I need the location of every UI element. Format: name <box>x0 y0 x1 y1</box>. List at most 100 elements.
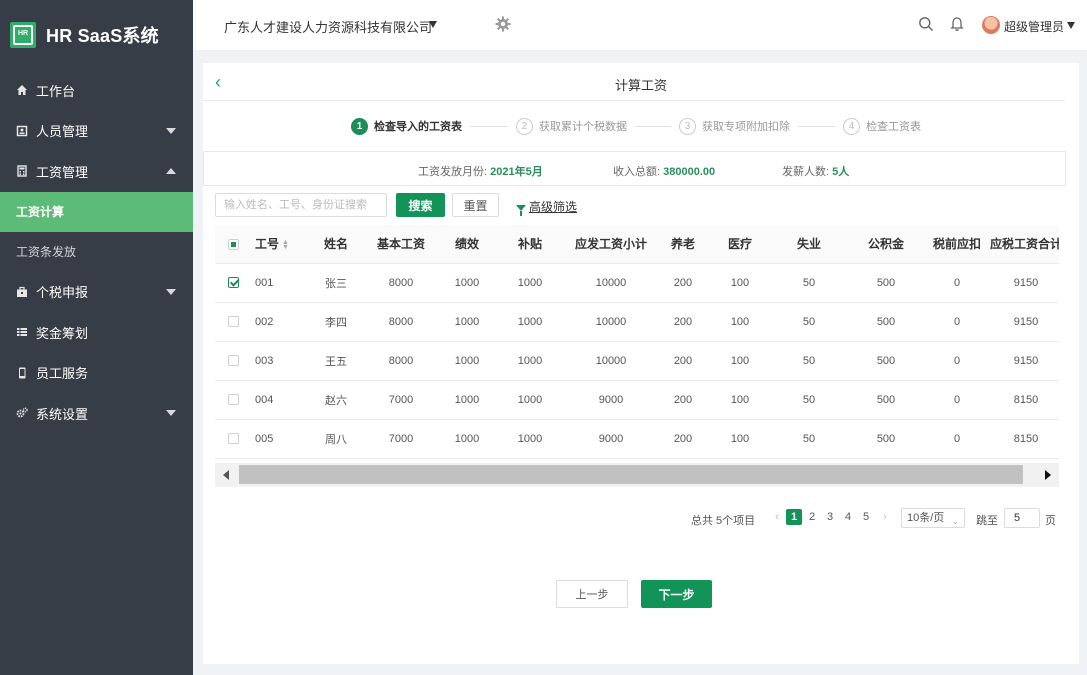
sidebar: HR HR SaaS系统 工作台 人员管理 工资管理 工资计算 工资条发放 个税… <box>0 0 193 675</box>
sidebar-item-bonus[interactable]: 奖金筹划 <box>0 312 193 353</box>
page-2[interactable]: 2 <box>804 509 820 525</box>
row-checkbox[interactable] <box>227 394 239 406</box>
table-row[interactable]: 005 周八 7000 1000 1000 9000 200 100 50 500 0 8150 <box>215 419 1059 459</box>
search-button[interactable]: 搜索 <box>396 193 445 217</box>
app-logo[interactable]: HR HR SaaS系统 <box>0 0 193 70</box>
table-cell: 200 <box>657 380 709 420</box>
caret-down-icon[interactable] <box>1067 22 1075 29</box>
column-header: 税前应扣 <box>925 225 989 264</box>
row-checkbox[interactable] <box>227 277 239 289</box>
top-bar: 广东人才建设人力资源科技有限公司 超级管理员 <box>193 0 1087 50</box>
table-cell: 200 <box>657 263 709 303</box>
step-connector <box>798 125 835 127</box>
sidebar-item-label: 工作台 <box>36 83 76 99</box>
sidebar-item-label: 工资计算 <box>16 205 65 219</box>
advanced-filter-link[interactable]: 高级筛选 <box>516 198 577 216</box>
sort-icon[interactable]: ▲ ▼ <box>282 239 289 251</box>
next-page-icon[interactable]: › <box>877 509 893 525</box>
select-all-checkbox[interactable] <box>227 239 239 251</box>
column-header[interactable]: 工号 ▲ ▼ <box>251 225 309 264</box>
table-row[interactable]: 003 王五 8000 1000 1000 10000 200 100 50 500 0 9150 <box>215 341 1059 381</box>
sidebar-item-salary-calc[interactable]: 工资计算 <box>0 191 193 232</box>
step-2: 2 获取累计个税数据 <box>516 117 627 135</box>
avatar[interactable] <box>982 16 1000 34</box>
table-row[interactable]: 004 赵六 7000 1000 1000 9000 200 100 50 500 0 8150 <box>215 380 1059 420</box>
sidebar-item-tax[interactable]: 个税申报 <box>0 272 193 313</box>
page-size-select[interactable]: 10条/页 ⌄ <box>901 508 965 528</box>
row-checkbox[interactable] <box>227 433 239 445</box>
sidebar-item-personnel[interactable]: 人员管理 <box>0 111 193 152</box>
step-label: 获取专项附加扣除 <box>702 121 790 133</box>
chevron-down-icon <box>166 127 176 134</box>
table-cell: 1000 <box>495 263 565 303</box>
column-header: 养老 <box>657 225 709 264</box>
reset-button[interactable]: 重置 <box>452 193 499 217</box>
page-1[interactable]: 1 <box>786 509 802 525</box>
summary-income: 收入总额: 380000.00 <box>613 166 716 178</box>
sidebar-item-settings[interactable]: 系统设置 <box>0 393 193 434</box>
table-cell: 500 <box>847 302 925 342</box>
bell-icon[interactable] <box>949 16 965 32</box>
gear-icon[interactable] <box>495 16 511 32</box>
table-cell: 9150 <box>989 302 1059 342</box>
step-1: 1 检查导入的工资表 <box>351 117 462 135</box>
table-cell: 500 <box>847 263 925 303</box>
app-title: HR SaaS系统 <box>46 26 159 46</box>
row-checkbox[interactable] <box>227 355 239 367</box>
table-cell: 10000 <box>565 302 657 342</box>
scroll-thumb[interactable] <box>239 465 1023 484</box>
scroll-right-icon[interactable] <box>1045 470 1051 480</box>
table-cell: 周八 <box>309 419 363 459</box>
step-label: 检查导入的工资表 <box>374 121 462 133</box>
column-header: 绩效 <box>439 225 495 264</box>
sidebar-item-label: 工资管理 <box>36 164 89 180</box>
table-cell: 王五 <box>309 341 363 381</box>
sidebar-item-employee-service[interactable]: 员工服务 <box>0 353 193 394</box>
caret-down-icon[interactable] <box>429 21 437 28</box>
table-cell: 1000 <box>439 341 495 381</box>
table-cell: 50 <box>771 302 847 342</box>
prev-page-icon[interactable]: ‹ <box>769 509 785 525</box>
search-input[interactable] <box>215 193 387 217</box>
main-card: ‹ 计算工资 1 检查导入的工资表 2 获取累计个税数据 3 获取专项附加扣除 … <box>203 63 1079 664</box>
table-row[interactable]: 001 张三 8000 1000 1000 10000 200 100 50 500 0 9150 <box>215 263 1059 303</box>
jump-page-input[interactable] <box>1004 508 1040 528</box>
company-selector[interactable]: 广东人才建设人力资源科技有限公司 <box>224 17 432 36</box>
sidebar-item-label: 奖金筹划 <box>36 325 89 341</box>
select-all-cell <box>215 225 251 264</box>
page-3[interactable]: 3 <box>822 509 838 525</box>
table-cell: 50 <box>771 419 847 459</box>
summary-count: 发薪人数: 5人 <box>782 166 850 178</box>
next-step-button[interactable]: 下一步 <box>641 580 712 608</box>
page-4[interactable]: 4 <box>840 509 856 525</box>
jump-label: 跳至 <box>976 515 998 527</box>
table-cell: 500 <box>847 419 925 459</box>
table-cell: 0 <box>925 419 989 459</box>
sidebar-item-workbench[interactable]: 工作台 <box>0 70 193 111</box>
sidebar-item-payslip[interactable]: 工资条发放 <box>0 232 193 272</box>
payroll-summary: 工资发放月份: 2021年5月 收入总额: 380000.00 发薪人数: 5人 <box>203 151 1066 186</box>
table-header: 工号 ▲ ▼ 姓名 基本工资 绩效 补贴 应发工资小计 养老 医疗 失业 公积金 税… <box>215 225 1059 264</box>
horizontal-scrollbar[interactable] <box>215 463 1059 487</box>
sidebar-item-payroll[interactable]: 工资管理 <box>0 151 193 192</box>
row-checkbox[interactable] <box>227 316 239 328</box>
table-cell: 8150 <box>989 419 1059 459</box>
table-cell: 1000 <box>439 302 495 342</box>
logo-icon: HR <box>10 22 36 48</box>
scroll-left-icon[interactable] <box>223 470 229 480</box>
table-cell: 9150 <box>989 263 1059 303</box>
prev-step-button[interactable]: 上一步 <box>556 580 628 608</box>
table-row[interactable]: 002 李四 8000 1000 1000 10000 200 100 50 500 0 9150 <box>215 302 1059 342</box>
month-value: 2021年5月 <box>490 166 543 178</box>
chevron-up-icon <box>166 168 176 175</box>
table-cell: 004 <box>251 380 309 420</box>
search-icon[interactable] <box>918 16 934 32</box>
table-cell: 200 <box>657 302 709 342</box>
sidebar-menu: 工作台 人员管理 工资管理 工资计算 工资条发放 个税申报 奖金筹划 员工服务 … <box>0 70 193 434</box>
table-cell: 200 <box>657 419 709 459</box>
column-header: 医疗 <box>709 225 771 264</box>
table-cell: 9000 <box>565 419 657 459</box>
username[interactable]: 超级管理员 <box>1004 18 1064 35</box>
page-5[interactable]: 5 <box>858 509 874 525</box>
step-4: 4 检查工资表 <box>843 117 921 135</box>
